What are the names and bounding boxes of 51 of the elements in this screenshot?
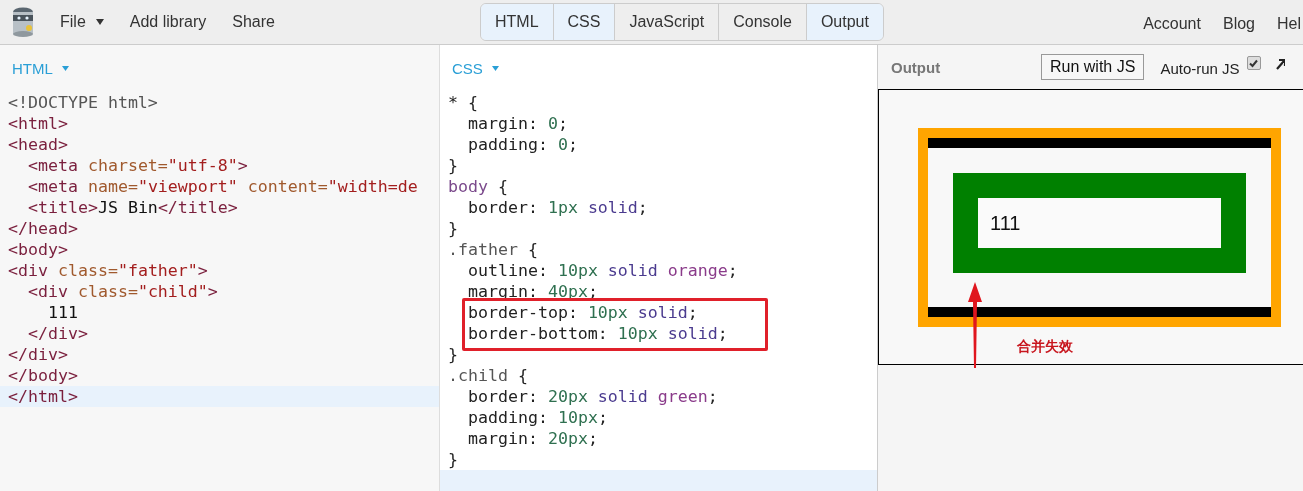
nav-link[interactable]: Account	[1143, 15, 1201, 33]
code-line: * {	[447, 92, 479, 113]
code-line: padding: 10px;	[466, 407, 609, 428]
code-line: <html>	[7, 113, 69, 134]
panel-tab[interactable]: HTML	[481, 4, 554, 40]
code-line: border-top: 10px solid;	[466, 302, 699, 323]
preview-text: 111	[990, 211, 1021, 235]
panel-tab[interactable]: CSS	[553, 4, 616, 40]
arrow-icon	[967, 282, 983, 368]
code-line: padding: 0;	[466, 134, 579, 155]
code-line: border: 1px solid;	[466, 197, 649, 218]
code-line: <div class="child">	[26, 281, 219, 302]
code-line: </body>	[7, 365, 79, 386]
panel-tab[interactable]: Output	[806, 4, 883, 40]
code-line: }	[447, 449, 459, 470]
annotation-text: 合并失效	[1017, 338, 1073, 356]
code-line: 111	[46, 302, 79, 323]
code-line: <head>	[7, 134, 69, 155]
code-line: </div>	[7, 344, 69, 365]
code-line: </div>	[26, 323, 89, 344]
code-line: border: 20px solid green;	[466, 386, 719, 407]
code-line: <!DOCTYPE html>	[7, 92, 159, 113]
caret-icon	[61, 66, 69, 71]
nav-link[interactable]: Blog	[1222, 15, 1255, 33]
code-line: <body>	[7, 239, 69, 260]
bin-logo-icon[interactable]	[10, 6, 36, 38]
code-line: }	[447, 218, 459, 239]
run-button[interactable]: Run with JS	[1041, 54, 1145, 80]
code-line: body {	[447, 176, 509, 197]
code-line: }	[447, 344, 459, 365]
code-line: .child {	[447, 365, 529, 386]
menu-link[interactable]: Add library	[119, 9, 217, 35]
code-line: margin: 20px;	[466, 428, 599, 449]
code-line: outline: 10px solid orange;	[466, 260, 739, 281]
code-line: <div class="father">	[7, 260, 209, 281]
panel-title: Output	[891, 58, 942, 76]
code-line: }	[447, 155, 459, 176]
code-line: margin: 0;	[466, 113, 569, 134]
menu-link[interactable]: Share	[222, 9, 285, 35]
code-line: .father {	[447, 239, 539, 260]
code-line: <meta name="viewport" content="width=de	[26, 176, 419, 197]
code-line: <title>JS Bin</title>	[26, 197, 239, 218]
code-line: <meta charset="utf-8">	[26, 155, 249, 176]
pop-out-icon[interactable]	[1274, 57, 1285, 71]
code-line: border-bottom: 10px solid;	[466, 323, 729, 344]
caret-icon	[491, 66, 499, 71]
file-menu[interactable]: File	[50, 9, 114, 35]
code-line: </head>	[7, 218, 79, 239]
auto-run-label: Auto-run JS	[1160, 60, 1240, 77]
auto-run-checkbox[interactable]	[1246, 56, 1261, 70]
nav-link[interactable]: Hel	[1277, 15, 1301, 33]
